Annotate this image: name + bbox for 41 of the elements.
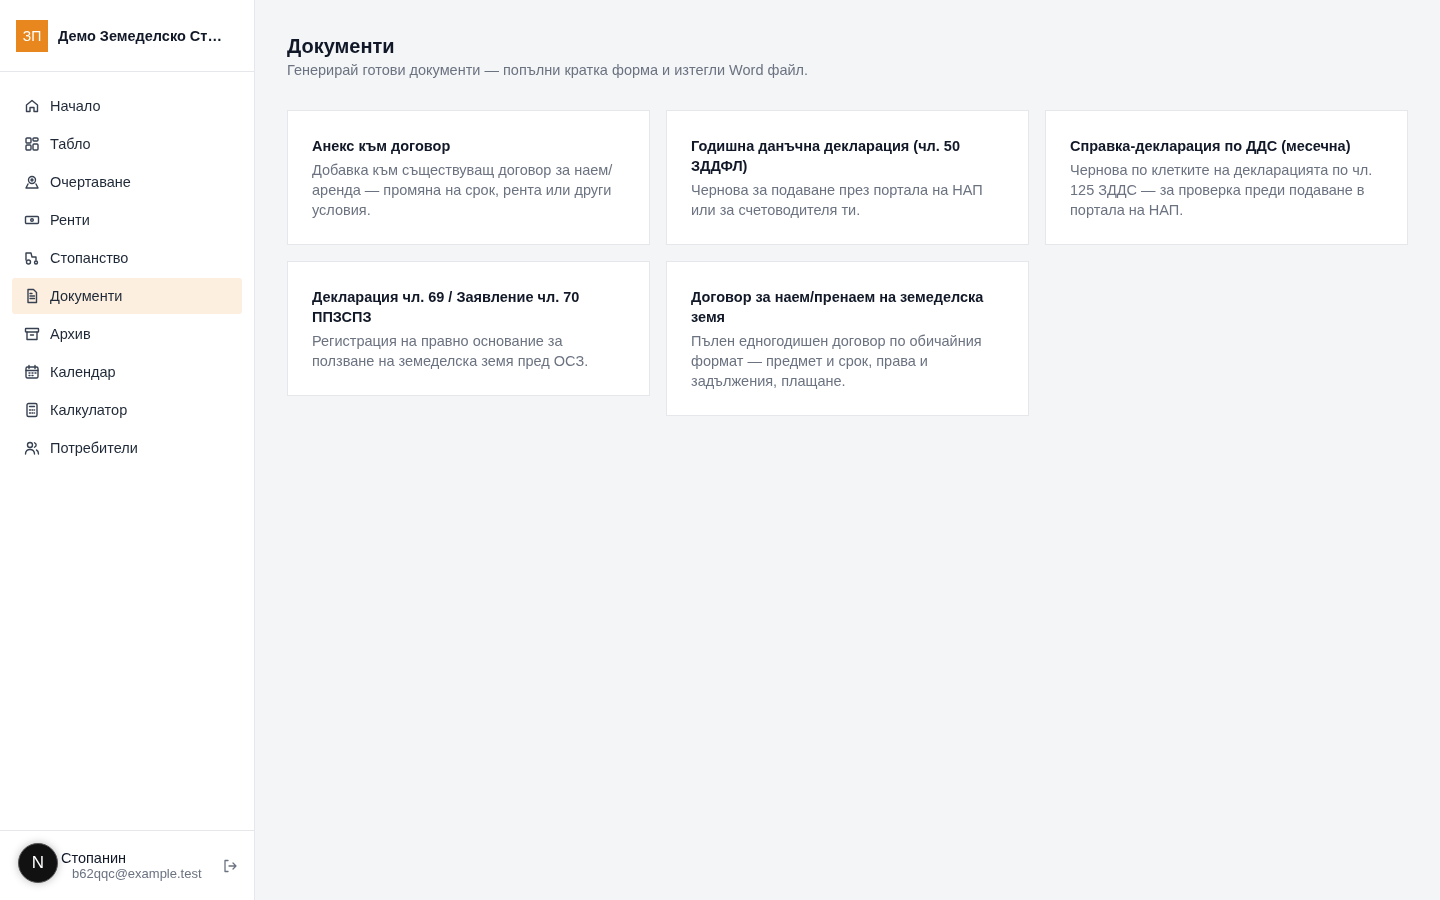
archive-icon: [24, 326, 40, 342]
dev-badge[interactable]: N: [18, 843, 58, 883]
nav-item[interactable]: Начало: [12, 88, 242, 124]
card-description: Добавка към съществуващ договор за наем/аренда — промяна на срок, рента или други условия.: [312, 161, 614, 220]
logout-button[interactable]: [222, 857, 238, 874]
grid-icon: [24, 136, 40, 152]
nav-item[interactable]: Стопанство: [12, 240, 242, 276]
document-card[interactable]: Справка-декларация по ДДС (месечна) Чернова по клетките на декларацията по чл. 125 ЗДДС — за проверка преди подаване в портала на НАП.: [1045, 110, 1408, 245]
document-icon: [24, 288, 40, 304]
page-subtitle: Генерирай готови документи — попълни кратка форма и изтегли Word файл.: [287, 62, 810, 78]
card-description: Регистрация на правно основание за ползване на земеделска земя пред ОСЗ.: [312, 332, 590, 371]
person-pin-icon: [24, 174, 40, 190]
card-title: Справка-декларация по ДДС (месечна): [1070, 137, 1352, 156]
calendar-icon: [24, 364, 40, 380]
document-card[interactable]: Договор за наем/пренаем на земеделска земя Пълен едногодишен договор по обичайния формат — предмет и срок, права и задължения, плащане.: [666, 261, 1029, 416]
document-card[interactable]: Анекс към договор Добавка към съществуващ договор за наем/аренда — промяна на срок, рента или други условия.: [287, 110, 650, 245]
nav-item[interactable]: Календар: [12, 354, 242, 390]
nav-item[interactable]: Ренти: [12, 202, 242, 238]
logo: ЗП: [16, 19, 48, 52]
user-name: Стопанин: [61, 850, 128, 866]
document-card[interactable]: Годишна данъчна декларация (чл. 50 ЗДДФЛ) Чернова за подаване през портала на НАП или за счетоводителя ти.: [666, 110, 1029, 245]
page-title: Документи: [287, 34, 396, 59]
nav-item[interactable]: Потребители: [12, 430, 242, 466]
calculator-icon: [24, 402, 40, 418]
nav-item[interactable]: Документи: [12, 278, 242, 314]
user-email: b62qqc@example.test: [72, 866, 203, 881]
card-title: Годишна данъчна декларация (чл. 50 ЗДДФЛ): [691, 137, 961, 176]
nav-item[interactable]: Калкулатор: [12, 392, 242, 428]
card-description: Пълен едногодишен договор по обичайния формат — предмет и срок, права и задължения, плащане.: [691, 332, 983, 391]
card-description: Чернова по клетките на декларацията по чл. 125 ЗДДС — за проверка преди подаване в портала на НАП.: [1070, 161, 1374, 220]
card-title: Анекс към договор: [312, 137, 452, 156]
nav-item[interactable]: Очертаване: [12, 164, 242, 200]
home-icon: [24, 98, 40, 114]
users-icon: [24, 440, 40, 456]
card-description: Чернова за подаване през портала на НАП или за счетоводителя ти.: [691, 181, 984, 220]
organization-name: Демо Земеделско Ст…: [58, 27, 222, 44]
nav-item[interactable]: Архив: [12, 316, 242, 352]
nav-item[interactable]: Табло: [12, 126, 242, 162]
card-title: Договор за наем/пренаем на земеделска земя: [691, 288, 985, 327]
card-title: Декларация чл. 69 / Заявление чл. 70 ППЗСПЗ: [312, 288, 581, 327]
document-card[interactable]: Декларация чл. 69 / Заявление чл. 70 ППЗСПЗ Регистрация на правно основание за ползване на земеделска земя пред ОСЗ.: [287, 261, 650, 396]
